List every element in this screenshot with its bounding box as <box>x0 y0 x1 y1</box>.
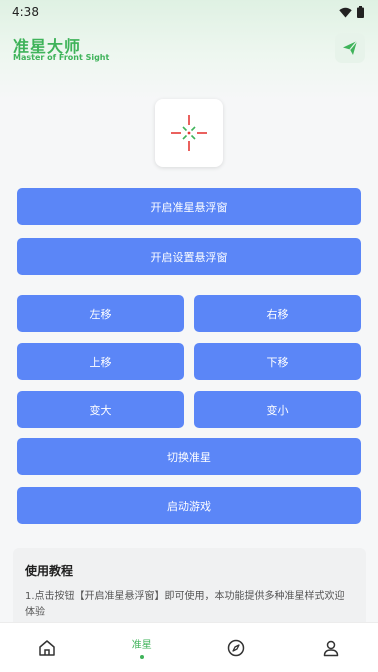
crosshair-preview <box>155 99 223 167</box>
bottom-nav: 准星 <box>0 622 378 672</box>
enlarge-button[interactable]: 变大 <box>17 391 184 428</box>
nav-item-crosshair[interactable]: 准星 <box>112 623 172 672</box>
nav-item-home[interactable] <box>17 623 77 672</box>
send-icon <box>343 40 358 55</box>
home-icon <box>39 639 55 656</box>
nav-item-profile[interactable] <box>301 623 361 672</box>
wifi-icon <box>339 7 352 17</box>
crosshair-icon <box>171 115 207 151</box>
switch-crosshair-button[interactable]: 切换准星 <box>17 438 361 475</box>
move-up-button[interactable]: 上移 <box>17 343 184 380</box>
nav-label-crosshair: 准星 <box>131 640 152 651</box>
move-down-button[interactable]: 下移 <box>194 343 361 380</box>
compass-icon <box>228 639 245 656</box>
move-left-button[interactable]: 左移 <box>17 295 184 332</box>
status-bar: 4:38 <box>0 0 378 24</box>
battery-icon <box>357 6 364 18</box>
active-indicator-dot <box>139 655 144 659</box>
open-settings-float-button[interactable]: 开启设置悬浮窗 <box>17 238 361 275</box>
user-icon <box>323 640 338 656</box>
launch-game-button[interactable]: 启动游戏 <box>17 487 361 524</box>
status-time: 4:38 <box>12 5 39 19</box>
open-crosshair-float-button[interactable]: 开启准星悬浮窗 <box>17 188 361 225</box>
status-icons <box>339 6 364 18</box>
nav-item-discover[interactable] <box>206 623 266 672</box>
tutorial-text: 1.点击按钮【开启准星悬浮窗】即可使用，本功能提供多种准星样式欢迎体验 <box>25 591 345 618</box>
send-button[interactable] <box>335 33 365 63</box>
tutorial-title: 使用教程 <box>25 564 74 578</box>
shrink-button[interactable]: 变小 <box>194 391 361 428</box>
tutorial-card: 使用教程 1.点击按钮【开启准星悬浮窗】即可使用，本功能提供多种准星样式欢迎体验 <box>13 548 366 628</box>
move-right-button[interactable]: 右移 <box>194 295 361 332</box>
app-subtitle: Master of Front Sight <box>13 53 110 62</box>
